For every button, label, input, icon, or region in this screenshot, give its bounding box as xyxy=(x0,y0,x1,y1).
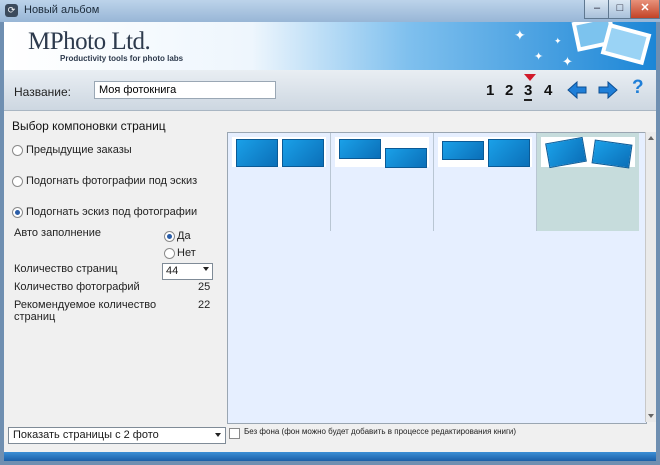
step-4[interactable]: 4 xyxy=(544,82,552,99)
page-spread xyxy=(438,137,532,167)
minimize-button[interactable]: – xyxy=(584,0,610,19)
photos-per-page-select[interactable]: Показать страницы с 2 фото xyxy=(8,427,226,444)
photo-placeholder-icon xyxy=(591,139,633,169)
current-step-marker-icon xyxy=(524,74,536,81)
page-spread xyxy=(232,137,326,167)
logo: MPhoto Ltd. xyxy=(28,28,151,55)
photos-per-page-value: Показать страницы с 2 фото xyxy=(13,429,159,441)
radio-previous-orders[interactable] xyxy=(12,145,23,156)
app-icon: ⟳ xyxy=(5,4,18,17)
page-spread xyxy=(335,137,429,168)
radio-fit-photos-to-sketch[interactable] xyxy=(12,176,23,187)
layout-tile[interactable] xyxy=(434,133,537,231)
window-title: Новый альбом xyxy=(24,4,100,16)
album-name-input[interactable] xyxy=(94,81,276,99)
logo-tagline: Productivity tools for photo labs xyxy=(60,54,184,63)
footer-bar xyxy=(4,452,656,461)
help-icon[interactable]: ? xyxy=(632,77,644,99)
main-panel: Выбор компоновки страниц Предыдущие зака… xyxy=(4,111,656,452)
recommended-pages-value: 22 xyxy=(198,299,211,311)
chevron-down-icon xyxy=(203,267,209,271)
svg-text:✦: ✦ xyxy=(534,50,543,63)
album-header: Название: 1 2 3 4 ? xyxy=(4,70,656,111)
option-fit-photos-label: Подогнать фотографии под эскиз xyxy=(26,175,198,187)
no-background-label: Без фона (фон можно будет добавить в про… xyxy=(244,427,517,436)
photo-placeholder-icon xyxy=(282,139,324,167)
autofill-label: Авто заполнение xyxy=(14,227,101,239)
scroll-down-icon[interactable] xyxy=(648,414,654,418)
photo-placeholder-icon xyxy=(488,139,530,167)
pages-count-value: 44 xyxy=(166,265,179,277)
photo-placeholder-icon xyxy=(545,136,587,169)
photos-count-label: Количество фотографий xyxy=(14,281,140,293)
layout-thumbnails-panel xyxy=(227,132,647,424)
photos-decoration-icon: ✦ ✦ ✦ ✦ xyxy=(514,22,652,70)
layout-tile-selected[interactable] xyxy=(537,133,639,231)
autofill-no-label: Нет xyxy=(177,247,196,259)
photo-placeholder-icon xyxy=(339,139,381,159)
photo-placeholder-icon xyxy=(442,141,484,160)
close-button[interactable]: ✕ xyxy=(630,0,660,19)
svg-text:✦: ✦ xyxy=(554,37,562,47)
radio-autofill-yes[interactable] xyxy=(164,231,175,242)
radio-autofill-no[interactable] xyxy=(164,248,175,259)
svg-text:✦: ✦ xyxy=(514,28,526,44)
photos-count-value: 25 xyxy=(198,281,211,293)
autofill-yes-label: Да xyxy=(177,230,191,242)
arrow-right-icon[interactable] xyxy=(597,80,619,100)
svg-text:✦: ✦ xyxy=(562,55,573,70)
recommended-pages-label-2: страниц xyxy=(14,311,56,323)
section-title: Выбор компоновки страниц xyxy=(12,119,166,133)
pages-count-label: Количество страниц xyxy=(14,263,118,275)
photo-placeholder-icon xyxy=(385,148,427,168)
option-fit-sketch-label: Подогнать эскиз под фотографии xyxy=(26,206,198,218)
chevron-down-icon xyxy=(215,433,221,437)
banner: MPhoto Ltd. Productivity tools for photo… xyxy=(4,22,656,70)
layouts-scrollbar[interactable] xyxy=(645,132,656,422)
pages-count-select[interactable]: 44 xyxy=(162,263,213,280)
layout-tile[interactable] xyxy=(228,133,331,231)
scroll-up-icon[interactable] xyxy=(648,136,654,140)
step-2[interactable]: 2 xyxy=(505,82,513,99)
recommended-pages-label: Рекомендуемое количество xyxy=(14,299,157,311)
radio-fit-sketch-to-photos[interactable] xyxy=(12,207,23,218)
step-1[interactable]: 1 xyxy=(486,82,494,99)
step-3[interactable]: 3 xyxy=(524,82,533,101)
no-background-checkbox[interactable] xyxy=(229,428,240,439)
option-previous-orders-label: Предыдущие заказы xyxy=(26,144,132,156)
page-spread xyxy=(541,136,635,169)
photo-placeholder-icon xyxy=(236,139,278,167)
layout-tile[interactable] xyxy=(331,133,434,231)
maximize-button[interactable]: □ xyxy=(608,0,632,19)
album-name-label: Название: xyxy=(14,85,71,99)
arrow-left-icon[interactable] xyxy=(566,80,588,100)
